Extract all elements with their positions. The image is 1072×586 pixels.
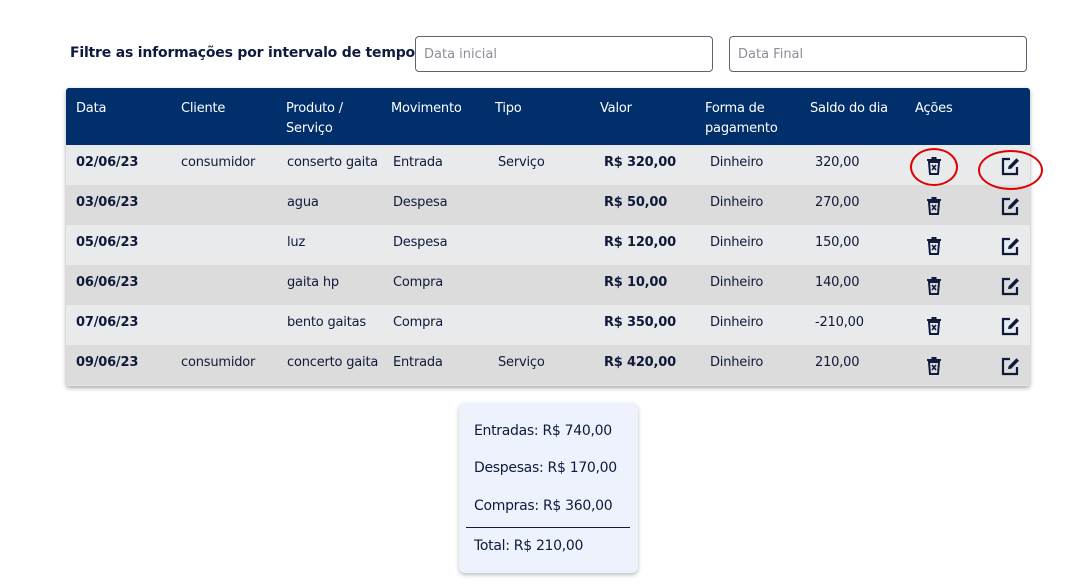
cell-produto: luz [287,235,306,250]
table-row: 06/06/23 gaita hp Compra R$ 10,00 Dinheiro 14… [66,265,1030,305]
delete-button[interactable] [922,314,946,338]
cell-movimento: Entrada [393,155,443,170]
cell-data: 09/06/23 [76,355,139,370]
header-movimento: Movimento [391,101,462,116]
start-date-input[interactable] [415,36,713,72]
header-forma-line1: Forma de [705,101,765,116]
edit-button[interactable] [998,354,1022,378]
filter-label: Filtre as informações por intervalo de t… [70,45,421,61]
summary-compras: Compras: R$ 360,00 [474,498,613,514]
summary-divider [466,527,630,528]
cell-saldo: 140,00 [815,275,860,290]
trash-icon [926,157,942,175]
cell-valor: R$ 10,00 [604,275,668,290]
cell-movimento: Despesa [393,195,448,210]
cell-forma: Dinheiro [710,355,764,370]
trash-icon [926,237,942,255]
header-produto-line2: Serviço [286,121,333,136]
summary-total: Total: R$ 210,00 [474,538,584,554]
edit-icon [1001,277,1020,296]
delete-button[interactable] [922,234,946,258]
cell-data: 03/06/23 [76,195,139,210]
header-produto-line1: Produto / [286,101,343,116]
summary-card: Entradas: R$ 740,00 Despesas: R$ 170,00 … [459,403,638,573]
delete-button[interactable] [922,154,946,178]
delete-button[interactable] [922,354,946,378]
table-row: 02/06/23 consumidor conserto gaita Entrada S… [66,145,1030,185]
trash-icon [926,277,942,295]
cell-saldo: 150,00 [815,235,860,250]
cell-forma: Dinheiro [710,315,764,330]
edit-icon [1001,317,1020,336]
edit-button[interactable] [998,274,1022,298]
table-header: Data Cliente Produto / Serviço Movimento… [66,88,1030,145]
cell-forma: Dinheiro [710,235,764,250]
cell-valor: R$ 50,00 [604,195,668,210]
cell-data: 05/06/23 [76,235,139,250]
header-tipo: Tipo [495,101,522,116]
cell-produto: concerto gaita [287,355,379,370]
edit-button[interactable] [998,234,1022,258]
header-forma: Forma de pagamento [705,99,778,139]
edit-icon [1001,357,1020,376]
cell-movimento: Despesa [393,235,448,250]
delete-button[interactable] [922,274,946,298]
cell-valor: R$ 350,00 [604,315,676,330]
cell-movimento: Compra [393,315,444,330]
cell-valor: R$ 120,00 [604,235,676,250]
cell-produto: agua [287,195,319,210]
table-row: 07/06/23 bento gaitas Compra R$ 350,00 Dinhe… [66,305,1030,345]
header-data: Data [76,101,107,116]
header-cliente: Cliente [181,101,226,116]
cell-cliente: consumidor [181,355,256,370]
cell-saldo: -210,00 [815,315,864,330]
edit-button[interactable] [998,194,1022,218]
edit-button[interactable] [998,314,1022,338]
cell-produto: conserto gaita [287,155,378,170]
cell-movimento: Entrada [393,355,443,370]
cell-tipo: Serviço [498,155,545,170]
cell-saldo: 210,00 [815,355,860,370]
edit-icon [1001,157,1020,176]
trash-icon [926,357,942,375]
header-acoes: Ações [915,101,953,116]
table-row: 05/06/23 luz Despesa R$ 120,00 Dinheiro 150,0… [66,225,1030,265]
cell-produto: bento gaitas [287,315,366,330]
cell-tipo: Serviço [498,355,545,370]
cell-data: 07/06/23 [76,315,139,330]
table-row: 09/06/23 consumidor concerto gaita Entrada S… [66,345,1030,385]
cell-forma: Dinheiro [710,275,764,290]
cell-forma: Dinheiro [710,155,764,170]
header-forma-line2: pagamento [705,121,778,136]
edit-icon [1001,237,1020,256]
cell-produto: gaita hp [287,275,339,290]
summary-despesas: Despesas: R$ 170,00 [474,460,617,476]
cell-forma: Dinheiro [710,195,764,210]
summary-entradas: Entradas: R$ 740,00 [474,423,612,439]
delete-button[interactable] [922,194,946,218]
cell-saldo: 320,00 [815,155,860,170]
cell-data: 02/06/23 [76,155,139,170]
cell-valor: R$ 320,00 [604,155,676,170]
edit-icon [1001,197,1020,216]
header-valor: Valor [600,101,632,116]
edit-button[interactable] [998,154,1022,178]
transactions-table: Data Cliente Produto / Serviço Movimento… [66,88,1030,386]
trash-icon [926,317,942,335]
cell-data: 06/06/23 [76,275,139,290]
table-row: 03/06/23 agua Despesa R$ 50,00 Dinheiro 270,0… [66,185,1030,225]
cell-saldo: 270,00 [815,195,860,210]
end-date-input[interactable] [729,36,1027,72]
header-produto: Produto / Serviço [286,99,343,139]
cell-valor: R$ 420,00 [604,355,676,370]
cell-cliente: consumidor [181,155,256,170]
header-saldo: Saldo do dia [810,101,888,116]
cell-movimento: Compra [393,275,444,290]
trash-icon [926,197,942,215]
